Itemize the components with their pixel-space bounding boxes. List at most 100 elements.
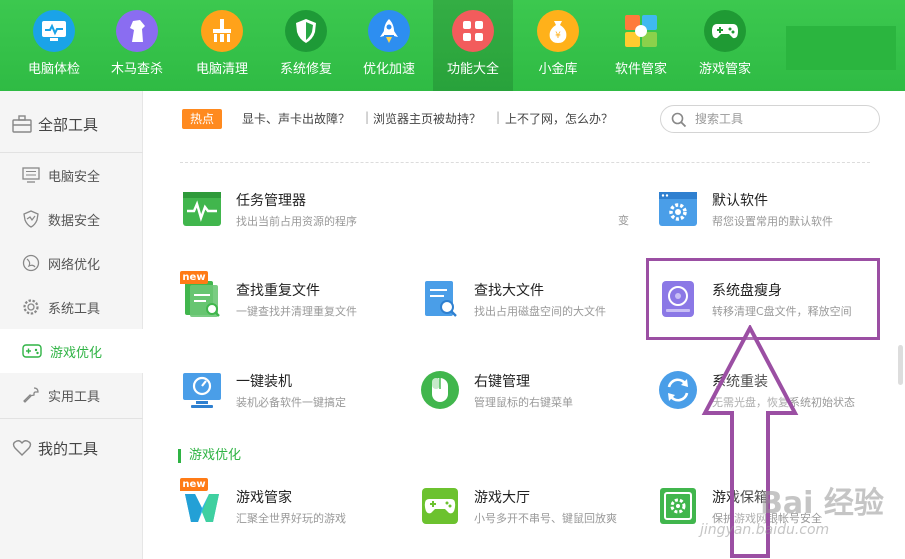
- hot-link-browser-hijack[interactable]: 浏览器主页被劫持？: [373, 110, 481, 127]
- sidebar-item-system-tools[interactable]: 系统工具: [0, 285, 143, 329]
- tool-desc: 管理鼠标的右键菜单: [474, 396, 573, 409]
- globe-icon: [22, 254, 40, 272]
- large-file-icon: [420, 279, 460, 319]
- tool-name: 系统盘瘦身: [712, 283, 782, 299]
- gamepad-icon: [704, 10, 746, 52]
- search-icon: [671, 112, 687, 128]
- wrench-icon: [23, 387, 39, 403]
- toolbar-label: 小金库: [538, 62, 578, 77]
- grid-icon: [452, 10, 494, 52]
- toolbar-label: 优化加速: [362, 62, 415, 77]
- tool-name: 查找重复文件: [236, 283, 320, 299]
- tool-find-large-file[interactable]: 查找大文件 找出占用磁盘空间的大文件: [420, 279, 650, 329]
- tool-name: 任务管理器: [236, 193, 306, 209]
- toolbar-label: 功能大全: [446, 62, 499, 77]
- sidebar-item-data-security[interactable]: 数据安全: [0, 197, 143, 241]
- default-software-icon: [658, 189, 698, 229]
- tool-name: 一键装机: [236, 374, 292, 390]
- data-shield-icon: [23, 210, 39, 228]
- tool-desc: 帮您设置常用的默认软件: [712, 215, 833, 228]
- tool-game-hall[interactable]: 游戏大厅 小号多开不串号、键鼠回放爽: [420, 486, 650, 536]
- toolbar-label: 系统修复: [279, 62, 332, 77]
- hot-link-sound-card[interactable]: 显卡、声卡出故障？: [242, 110, 350, 127]
- toolbar-item-speedup[interactable]: 优化加速: [349, 0, 429, 91]
- sidebar-my-tools[interactable]: 我的工具: [0, 418, 143, 478]
- horse-icon: [116, 10, 158, 52]
- toolbar-label: 游戏管家: [698, 62, 751, 77]
- toolbar-label: 木马查杀: [110, 62, 163, 77]
- sidebar-item-label: 数据安全: [48, 213, 101, 229]
- tool-right-click-mgr[interactable]: 右键管理 管理鼠标的右键菜单: [420, 370, 650, 420]
- tool-name: 查找大文件: [474, 283, 544, 299]
- monitor-checkup-icon: [33, 10, 75, 52]
- hot-separator: |: [365, 110, 370, 124]
- tool-desc: 找出当前占用资源的程序: [236, 215, 357, 228]
- sidebar-item-label: 系统工具: [48, 301, 101, 317]
- sidebar-item-network[interactable]: 网络优化: [0, 241, 143, 285]
- broom-icon: [201, 10, 243, 52]
- toolbar-label: 电脑体检: [27, 62, 80, 77]
- sidebar-item-utilities[interactable]: 实用工具: [0, 373, 143, 417]
- rocket-icon: [368, 10, 410, 52]
- tool-name: 右键管理: [474, 374, 530, 390]
- tool-game-safe[interactable]: 游戏保箱 保护游戏网银帐号安全: [658, 486, 888, 536]
- toolbar-item-repair[interactable]: 系统修复: [266, 0, 346, 91]
- toolbox-icon: [12, 115, 32, 133]
- toolbar-item-vault[interactable]: ¥ 小金库: [518, 0, 598, 91]
- search-box[interactable]: [660, 105, 880, 133]
- tool-desc: 小号多开不串号、键鼠回放爽: [474, 512, 617, 525]
- shield-icon: [285, 10, 327, 52]
- tool-name: 游戏保箱: [712, 490, 768, 506]
- section-title-game: 游戏优化: [178, 449, 241, 463]
- tool-desc: 无需光盘，恢复系统初始状态: [712, 396, 855, 409]
- game-manager-icon: [182, 486, 222, 526]
- app-window: 电脑体检 木马查杀 电脑清理 系统修复 优化加速 功能大全 ¥ 小金库 软件管家…: [0, 0, 905, 559]
- tool-game-manager[interactable]: new 游戏管家 汇聚全世界好玩的游戏: [180, 478, 412, 536]
- gear-icon: [23, 299, 39, 315]
- sidebar-my-tools-label: 我的工具: [38, 439, 99, 458]
- safe-icon: [658, 486, 698, 526]
- sidebar-item-game-opt[interactable]: 游戏优化: [0, 329, 143, 373]
- sidebar-item-label: 游戏优化: [50, 345, 103, 361]
- tool-task-manager[interactable]: 任务管理器 找出当前占用资源的程序: [182, 189, 412, 239]
- sidebar-all-tools-label: 全部工具: [38, 115, 99, 134]
- search-input[interactable]: [695, 110, 871, 128]
- sidebar-item-pc-security[interactable]: 电脑安全: [0, 153, 143, 197]
- tool-name: 默认软件: [712, 193, 768, 209]
- sidebar-item-label: 电脑安全: [48, 169, 101, 185]
- top-toolbar: 电脑体检 木马查杀 电脑清理 系统修复 优化加速 功能大全 ¥ 小金库 软件管家…: [0, 0, 905, 91]
- account-area[interactable]: [786, 26, 896, 70]
- tool-desc: 汇聚全世界好玩的游戏: [236, 512, 346, 525]
- hot-link-no-internet[interactable]: 上不了网，怎么办？: [505, 110, 613, 127]
- tool-find-duplicate[interactable]: new 查找重复文件 一键查找并清理重复文件: [180, 271, 412, 329]
- task-manager-icon: [182, 189, 222, 229]
- toolbar-item-software[interactable]: 软件管家: [601, 0, 681, 91]
- tool-desc: 找出占用磁盘空间的大文件: [474, 305, 606, 318]
- hot-badge: 热点: [182, 109, 222, 129]
- divider: [180, 162, 870, 163]
- refresh-icon: [658, 370, 698, 410]
- tool-name: 游戏管家: [236, 490, 292, 506]
- toolbar-item-features[interactable]: 功能大全: [433, 0, 513, 91]
- sidebar-all-tools[interactable]: 全部工具: [0, 94, 143, 154]
- main-panel: 热点 显卡、声卡出故障？ | 浏览器主页被劫持？ | 上不了网，怎么办？ 任务管…: [144, 91, 905, 559]
- toolbar-item-game[interactable]: 游戏管家: [685, 0, 765, 91]
- sidebar: 全部工具 电脑安全 数据安全 网络优化 系统工具 游戏优化 实用工具 我的工具: [0, 91, 143, 559]
- game-hall-icon: [420, 486, 460, 526]
- heart-icon: [12, 440, 32, 456]
- tool-one-click-install[interactable]: 一键装机 装机必备软件一键搞定: [182, 370, 412, 420]
- tool-system-slim[interactable]: 系统盘瘦身 转移清理C盘文件，释放空间: [658, 279, 888, 329]
- tool-default-software[interactable]: 默认软件 帮您设置常用的默认软件: [658, 189, 888, 239]
- software-icon: [620, 10, 662, 52]
- mouse-icon: [420, 370, 460, 410]
- tool-name: 游戏大厅: [474, 490, 530, 506]
- gamepad-icon: [22, 344, 42, 358]
- toolbar-item-checkup[interactable]: 电脑体检: [14, 0, 94, 91]
- duplicate-file-icon: [182, 279, 222, 319]
- new-badge: new: [180, 271, 208, 284]
- toolbar-item-trojan[interactable]: 木马查杀: [97, 0, 177, 91]
- tool-desc: 保护游戏网银帐号安全: [712, 512, 822, 525]
- tool-system-reinstall[interactable]: 系统重装 无需光盘，恢复系统初始状态: [658, 370, 888, 420]
- scrollbar-thumb[interactable]: [898, 345, 903, 385]
- toolbar-item-clean[interactable]: 电脑清理: [182, 0, 262, 91]
